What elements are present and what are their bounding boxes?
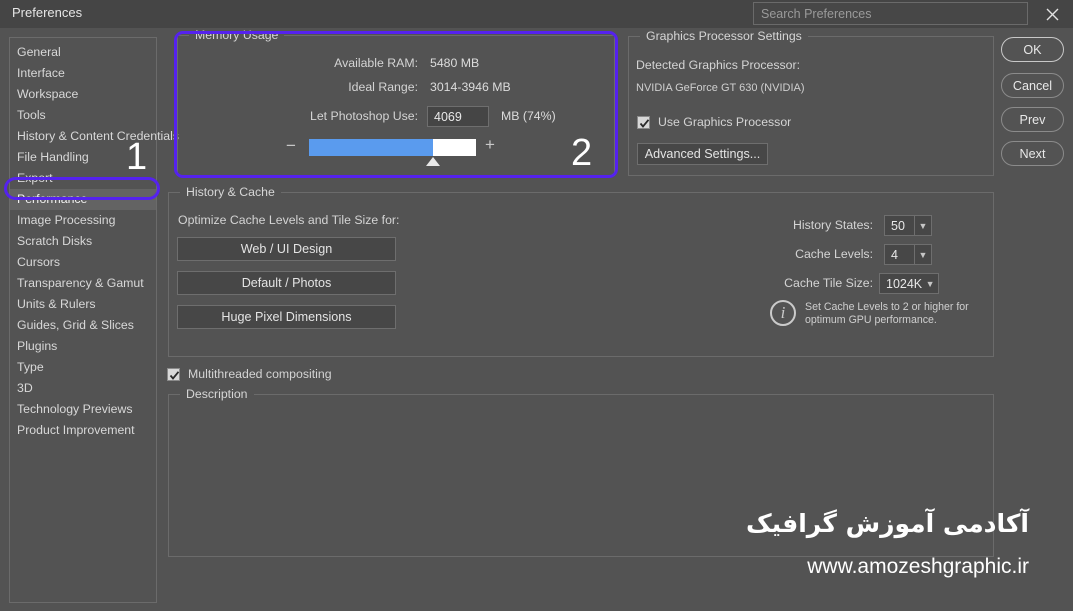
memory-usage-title: Memory Usage: [189, 28, 285, 42]
graphics-processor-title: Graphics Processor Settings: [640, 29, 808, 43]
history-cache-title: History & Cache: [180, 185, 281, 199]
ok-button[interactable]: OK: [1001, 37, 1064, 62]
watermark-url: www.amozeshgraphic.ir: [807, 555, 1029, 578]
cache-levels-label: Cache Levels:: [795, 247, 873, 261]
sidebar-item-label: Units & Rulers: [17, 297, 96, 311]
sidebar-item-interface[interactable]: Interface: [10, 63, 156, 84]
prev-button[interactable]: Prev: [1001, 107, 1064, 132]
sidebar-item-type[interactable]: Type: [10, 357, 156, 378]
cache-tile-size-value: 1024K: [886, 276, 923, 291]
cache-tile-size-label: Cache Tile Size:: [784, 276, 873, 290]
let-photoshop-use-label: Let Photoshop Use:: [309, 109, 418, 123]
chevron-down-icon[interactable]: ▼: [914, 245, 931, 264]
preferences-sidebar: General Interface Workspace Tools History & …: [9, 37, 179, 603]
page-title: Preferences: [12, 5, 83, 20]
graphics-processor-group: Graphics Processor Settings Detected Gra…: [628, 29, 994, 176]
search-input[interactable]: [754, 3, 1027, 24]
history-states-dropdown[interactable]: 50 ▼: [884, 215, 932, 236]
cache-levels-dropdown[interactable]: 4 ▼: [884, 244, 932, 265]
sidebar-item-label: General: [17, 45, 61, 59]
watermark-persian: آکادمی آموزش گرافیک: [746, 509, 1029, 538]
history-states-value: 50: [891, 218, 905, 233]
preset-web-ui-design-button[interactable]: Web / UI Design: [177, 237, 396, 261]
sidebar-item-label: 3D: [17, 381, 33, 395]
history-cache-group: History & Cache Optimize Cache Levels an…: [168, 185, 994, 357]
sidebar-item-label: Tools: [17, 108, 46, 122]
sidebar-item-label: Type: [17, 360, 44, 374]
multithreaded-compositing-label: Multithreaded compositing: [188, 367, 332, 381]
cache-info-text-line-2: optimum GPU performance.: [805, 314, 937, 326]
sidebar-item-label: Workspace: [17, 87, 79, 101]
sidebar-item-label: Performance: [17, 192, 88, 206]
memory-usage-group: Memory Usage Available RAM: 5480 MB Idea…: [177, 28, 615, 176]
cache-levels-value: 4: [891, 247, 898, 262]
detected-gpu-value: NVIDIA GeForce GT 630 (NVIDIA): [636, 82, 805, 94]
chevron-down-icon[interactable]: ▼: [922, 274, 938, 293]
sidebar-item-label: Plugins: [17, 339, 58, 353]
advanced-settings-button[interactable]: Advanced Settings...: [637, 143, 768, 165]
sidebar-item-general[interactable]: General: [10, 42, 156, 63]
ideal-range-label: Ideal Range:: [348, 80, 418, 94]
sidebar-item-label: Image Processing: [17, 213, 116, 227]
sidebar-item-label: Scratch Disks: [17, 234, 93, 248]
memory-slider-fill: [309, 139, 433, 156]
ideal-range-value: 3014-3946 MB: [430, 80, 511, 94]
sidebar-item-label: Guides, Grid & Slices: [17, 318, 134, 332]
close-icon[interactable]: [1038, 1, 1066, 27]
minus-icon[interactable]: −: [286, 137, 296, 154]
preset-huge-pixel-dimensions-button[interactable]: Huge Pixel Dimensions: [177, 305, 396, 329]
sidebar-item-label: Product Improvement: [17, 423, 135, 437]
sidebar-item-label: Transparency & Gamut: [17, 276, 144, 290]
detected-gpu-label: Detected Graphics Processor:: [636, 58, 801, 72]
annotation-number-1: 1: [126, 136, 148, 178]
sidebar-item-label: Cursors: [17, 255, 61, 269]
use-graphics-processor-label: Use Graphics Processor: [658, 115, 792, 129]
available-ram-label: Available RAM:: [334, 56, 418, 70]
sidebar-item-workspace[interactable]: Workspace: [10, 84, 156, 105]
sidebar-item-image-processing[interactable]: Image Processing: [10, 210, 156, 231]
sidebar-item-label: Export: [17, 171, 53, 185]
next-button[interactable]: Next: [1001, 141, 1064, 166]
annotation-number-2: 2: [571, 132, 593, 174]
sidebar-item-scratch-disks[interactable]: Scratch Disks: [10, 231, 156, 252]
info-icon: i: [770, 300, 796, 326]
multithreaded-compositing-checkbox[interactable]: [167, 368, 180, 381]
history-states-label: History States:: [793, 218, 873, 232]
search-field-wrapper[interactable]: [753, 2, 1028, 25]
sidebar-item-cursors[interactable]: Cursors: [10, 252, 156, 273]
sidebar-item-3d[interactable]: 3D: [10, 378, 156, 399]
cache-info-text-line-1: Set Cache Levels to 2 or higher for: [805, 301, 969, 313]
sidebar-item-label: File Handling: [17, 150, 89, 164]
memory-slider-thumb[interactable]: [425, 157, 440, 166]
description-title: Description: [180, 387, 254, 401]
sidebar-item-tools[interactable]: Tools: [10, 105, 156, 126]
sidebar-item-performance[interactable]: Performance: [10, 189, 156, 210]
plus-icon[interactable]: +: [485, 136, 495, 153]
sidebar-item-units-rulers[interactable]: Units & Rulers: [10, 294, 156, 315]
sidebar-item-label: Technology Previews: [17, 402, 133, 416]
sidebar-item-technology-previews[interactable]: Technology Previews: [10, 399, 156, 420]
cache-tile-size-dropdown[interactable]: 1024K ▼: [879, 273, 939, 294]
let-photoshop-use-suffix: MB (74%): [501, 109, 556, 123]
sidebar-item-product-improvement[interactable]: Product Improvement: [10, 420, 156, 441]
let-photoshop-use-input[interactable]: [427, 106, 489, 127]
sidebar-item-transparency-gamut[interactable]: Transparency & Gamut: [10, 273, 156, 294]
use-graphics-processor-checkbox[interactable]: [637, 116, 650, 129]
preset-default-photos-button[interactable]: Default / Photos: [177, 271, 396, 295]
chevron-down-icon[interactable]: ▼: [914, 216, 931, 235]
available-ram-value: 5480 MB: [430, 56, 480, 70]
optimize-cache-label: Optimize Cache Levels and Tile Size for:: [178, 213, 400, 227]
preferences-dialog: Preferences General Interface Workspace Too…: [0, 0, 1073, 611]
cancel-button[interactable]: Cancel: [1001, 73, 1064, 98]
memory-slider[interactable]: [309, 139, 476, 156]
sidebar-item-plugins[interactable]: Plugins: [10, 336, 156, 357]
title-bar: Preferences: [0, 0, 1073, 28]
sidebar-item-label: Interface: [17, 66, 65, 80]
sidebar-item-label: History & Content Credentials: [17, 129, 179, 143]
sidebar-item-guides-grid-slices[interactable]: Guides, Grid & Slices: [10, 315, 156, 336]
